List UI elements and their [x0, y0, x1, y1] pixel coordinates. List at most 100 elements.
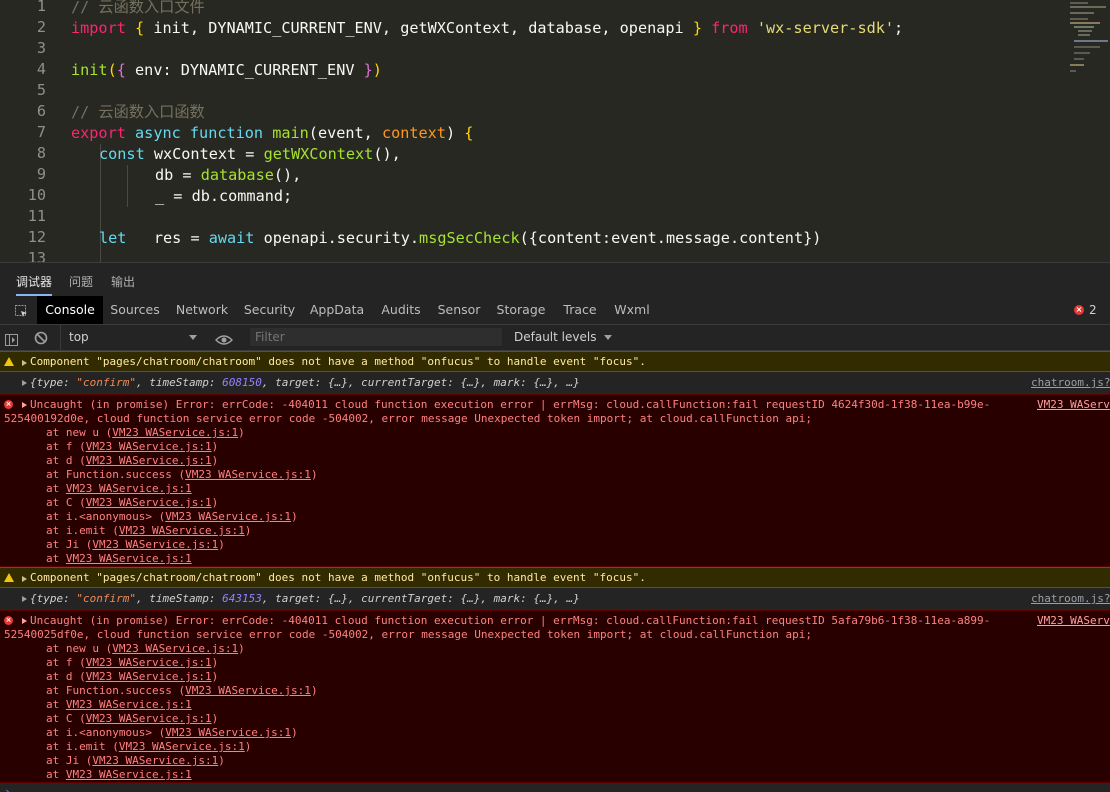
expand-triangle-icon[interactable]	[22, 402, 27, 408]
stack-frame: at Ji (VM23 WAService.js:1)	[46, 754, 225, 767]
frame-link[interactable]: VM23 WAService.js:1	[86, 440, 212, 453]
filter-input[interactable]	[250, 328, 502, 346]
keyword: from	[711, 19, 748, 37]
error-icon: ×	[4, 616, 13, 625]
context-select[interactable]: top	[60, 325, 201, 350]
eye-icon[interactable]	[215, 331, 233, 345]
error-text: 525400192d0e, cloud function service err…	[4, 412, 812, 425]
stack-frame: at d (VM23 WAService.js:1)	[46, 670, 219, 683]
inspect-element-icon[interactable]	[15, 303, 28, 317]
frame-link[interactable]: VM23 WAService.js:1	[119, 524, 245, 537]
param: context	[381, 124, 446, 142]
expand-triangle-icon[interactable]	[22, 576, 27, 582]
keyword: import	[71, 19, 126, 37]
frame-fn: Ji	[65, 538, 80, 551]
keyword: export	[71, 124, 126, 142]
frame-link[interactable]: VM23 WAService.js:1	[86, 712, 212, 725]
line-number: 1	[36, 0, 46, 15]
keyword: async	[135, 124, 181, 142]
tab-sources[interactable]: Sources	[107, 296, 163, 324]
stack-frame: at VM23 WAService.js:1	[46, 482, 192, 495]
indent-guide	[127, 165, 128, 207]
identifiers: wxContext =	[144, 145, 264, 163]
frame-link[interactable]: VM23 WAService.js:1	[66, 698, 192, 711]
expand-triangle-icon[interactable]	[22, 360, 27, 366]
line-number: 5	[36, 81, 46, 99]
console-output[interactable]: Component "pages/chatroom/chatroom" does…	[0, 351, 1110, 792]
tab-console[interactable]: Console	[37, 296, 103, 324]
log-levels-select[interactable]: Default levels	[514, 325, 613, 350]
tab-problems[interactable]: 问题	[69, 273, 93, 296]
frame-fn: f	[65, 656, 73, 669]
tab-output[interactable]: 输出	[111, 273, 135, 296]
args: (event,	[308, 124, 382, 142]
code-line-1: // 云函数入口文件	[71, 0, 205, 16]
identifiers: init, DYNAMIC_CURRENT_ENV, getWXContext,…	[144, 19, 693, 37]
stack-frame: at new u (VM23 WAService.js:1)	[46, 642, 245, 655]
source-link[interactable]: VM23 WAServ	[1037, 398, 1110, 412]
source-link[interactable]: chatroom.js?	[1031, 592, 1110, 606]
frame-link[interactable]: VM23 WAService.js:1	[165, 726, 291, 739]
keyword: await	[208, 229, 255, 247]
chevron-down-icon	[604, 335, 613, 340]
tab-storage[interactable]: Storage	[494, 296, 548, 324]
clear-console-icon[interactable]	[34, 330, 48, 345]
args: ({content:event.message.content})	[519, 229, 822, 247]
bracket: )	[372, 61, 382, 79]
code-editor[interactable]: 1 2 3 4 5 6 7 8 9 10 11 12 13 // 云函数入口文件…	[0, 0, 1110, 262]
frame-link[interactable]: VM23 WAService.js:1	[86, 656, 212, 669]
console-log: {type: "confirm", timeStamp: 608150, tar…	[0, 373, 1110, 393]
event-object[interactable]: {type: "confirm", timeStamp: 608150, tar…	[30, 376, 580, 390]
frame-link[interactable]: VM23 WAService.js:1	[66, 768, 192, 781]
chevron-down-icon	[189, 335, 197, 340]
identifiers: db =	[155, 166, 201, 184]
show-sidebar-icon[interactable]	[5, 331, 18, 346]
code-line-9: db = database(),	[155, 165, 301, 186]
frame-link[interactable]: VM23 WAService.js:1	[112, 642, 238, 655]
frame-link[interactable]: VM23 WAService.js:1	[119, 740, 245, 753]
tab-audits[interactable]: Audits	[376, 296, 426, 324]
frame-link[interactable]: VM23 WAService.js:1	[86, 454, 212, 467]
bracket: {	[464, 124, 474, 142]
function-name: init	[71, 61, 108, 79]
minimap[interactable]	[1066, 0, 1110, 80]
tab-appdata[interactable]: AppData	[308, 296, 366, 324]
expand-triangle-icon[interactable]	[22, 380, 27, 386]
tab-trace[interactable]: Trace	[558, 296, 602, 324]
expand-triangle-icon[interactable]	[22, 596, 27, 602]
frame-link[interactable]: VM23 WAService.js:1	[66, 552, 192, 565]
event-type: confirm	[83, 376, 130, 389]
warning-text: Component "pages/chatroom/chatroom" does…	[30, 571, 646, 584]
tab-wxml[interactable]: Wxml	[611, 296, 653, 324]
frame-fn: Ji	[65, 754, 80, 767]
frame-link[interactable]: VM23 WAService.js:1	[86, 670, 212, 683]
line-number: 10	[27, 186, 46, 204]
rest: , target: {…}, currentTarget: {…}, mark:…	[261, 592, 580, 605]
frame-link[interactable]: VM23 WAService.js:1	[112, 426, 238, 439]
punct: (),	[273, 166, 302, 184]
code-line-12: let res = await openapi.security.msgSecC…	[99, 228, 821, 249]
frame-link[interactable]: VM23 WAService.js:1	[92, 754, 218, 767]
frame-link[interactable]: VM23 WAService.js:1	[86, 496, 212, 509]
frame-link[interactable]: VM23 WAService.js:1	[185, 468, 311, 481]
frame-link[interactable]: VM23 WAService.js:1	[66, 482, 192, 495]
tab-network[interactable]: Network	[173, 296, 231, 324]
frame-link[interactable]: VM23 WAService.js:1	[185, 684, 311, 697]
tab-sensor[interactable]: Sensor	[434, 296, 484, 324]
tab-debugger[interactable]: 调试器	[16, 273, 53, 296]
code-line-7: export async function main(event, contex…	[71, 123, 473, 144]
frame-link[interactable]: VM23 WAService.js:1	[165, 510, 291, 523]
console-warning: Component "pages/chatroom/chatroom" does…	[0, 351, 1110, 372]
stack-frame: at VM23 WAService.js:1	[46, 768, 192, 781]
bottom-panel-tabs: 调试器 问题 输出	[0, 262, 1110, 296]
event-object[interactable]: {type: "confirm", timeStamp: 643153, tar…	[30, 592, 580, 606]
frame-link[interactable]: VM23 WAService.js:1	[92, 538, 218, 551]
tab-security[interactable]: Security	[241, 296, 298, 324]
error-count[interactable]: 2	[1089, 296, 1097, 324]
expand-triangle-icon[interactable]	[22, 618, 27, 624]
error-count-icon[interactable]: ×	[1074, 305, 1084, 315]
source-link[interactable]: VM23 WAServ	[1037, 614, 1110, 628]
key: , timeStamp:	[135, 376, 223, 389]
source-link[interactable]: chatroom.js?	[1031, 376, 1110, 390]
console-prompt-icon[interactable]: ›	[4, 785, 11, 792]
